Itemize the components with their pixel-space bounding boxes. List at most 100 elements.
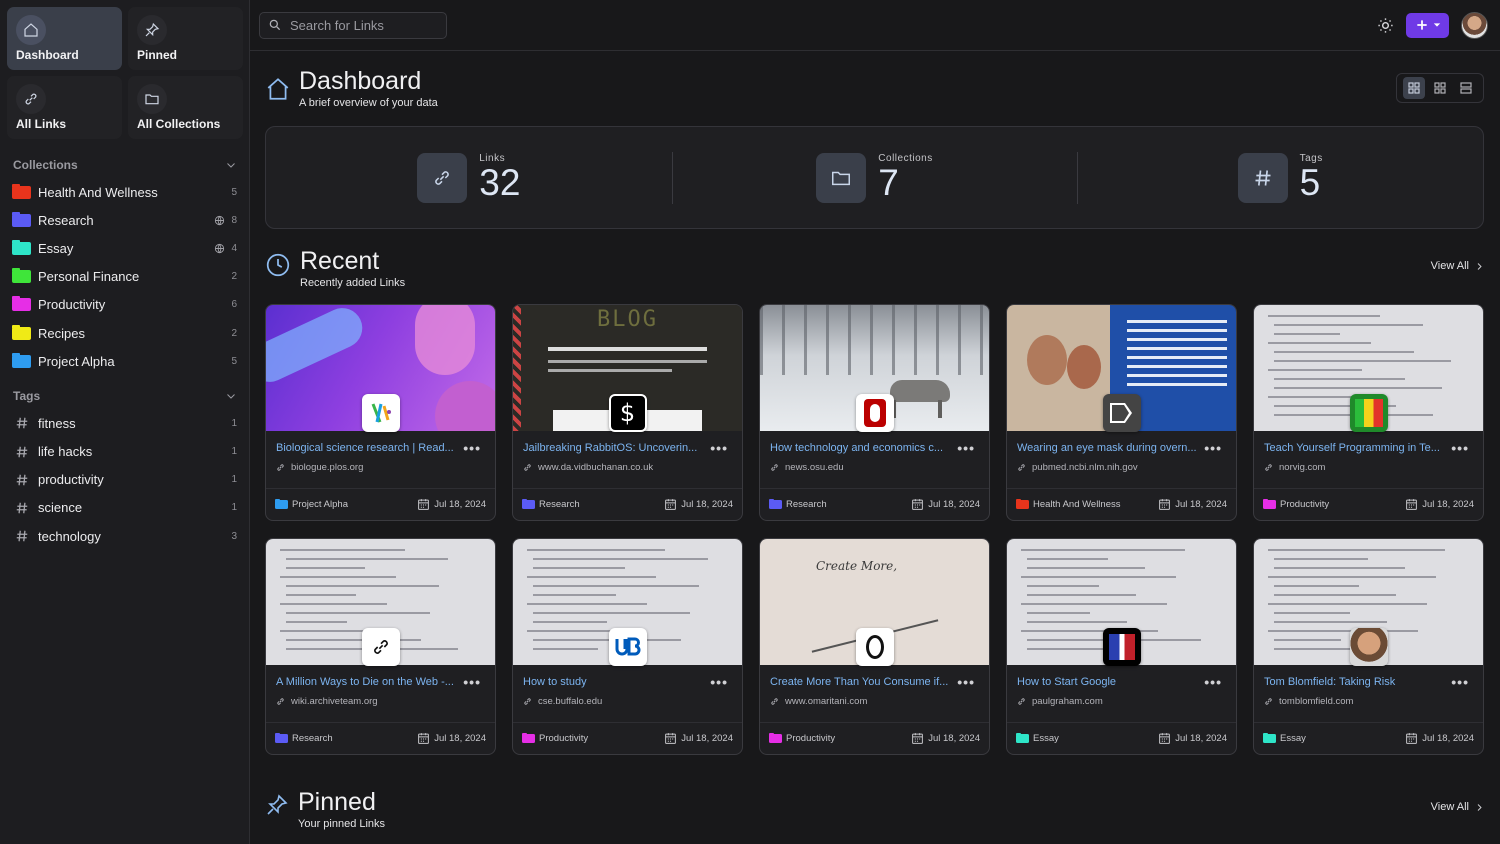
sidebar-collection-item[interactable]: Essay 4	[7, 234, 243, 262]
link-card[interactable]: Teach Yourself Programming in Te... ••• no…	[1253, 304, 1484, 521]
collections-heading-label: Collections	[13, 158, 78, 172]
avatar[interactable]	[1461, 11, 1488, 39]
link-collection[interactable]: Health And Wellness	[1033, 499, 1121, 510]
link-title[interactable]: Biological science research | Read...	[276, 442, 461, 454]
recent-subtitle: Recently added Links	[300, 277, 406, 289]
stat-value: 7	[878, 162, 899, 203]
recent-view-all-link[interactable]: View All	[1431, 260, 1484, 272]
search-box[interactable]	[259, 11, 447, 39]
link-card[interactable]: How to Start Google ••• paulgraham.com Essa…	[1006, 538, 1237, 755]
collections-heading[interactable]: Collections	[13, 158, 237, 172]
sidebar-collection-item[interactable]: Productivity 6	[7, 291, 243, 319]
link-title[interactable]: Teach Yourself Programming in Te...	[1264, 442, 1449, 454]
blog-banner-text: BLOG	[597, 307, 658, 332]
sidebar-tag-item[interactable]: technology 3	[7, 522, 243, 550]
link-collection[interactable]: Productivity	[1280, 499, 1329, 510]
link-card[interactable]: Create More, Create More Than You Consume…	[759, 538, 990, 755]
add-button[interactable]	[1406, 12, 1449, 38]
link-collection[interactable]: Productivity	[786, 733, 835, 744]
sidebar-collection-item[interactable]: Health And Wellness 5	[7, 178, 243, 206]
link-title[interactable]: Create More Than You Consume if...	[770, 676, 955, 688]
grid-icon	[1434, 82, 1446, 94]
view-cards-button[interactable]	[1403, 77, 1425, 99]
more-options-icon[interactable]: •••	[1204, 674, 1222, 690]
link-title[interactable]: Wearing an eye mask during overn...	[1017, 442, 1202, 454]
link-collection[interactable]: Research	[539, 499, 580, 510]
link-card[interactable]: BLOG $ Jailbreaking RabbitOS: Uncoverin...…	[512, 304, 743, 521]
link-collection[interactable]: Essay	[1033, 733, 1059, 744]
more-options-icon[interactable]: •••	[463, 440, 481, 456]
link-card[interactable]: Biological science research | Read... •••…	[265, 304, 496, 521]
plus-icon	[1416, 20, 1427, 30]
sidebar-tag-item[interactable]: productivity 1	[7, 466, 243, 494]
link-date: Jul 18, 2024	[417, 732, 486, 745]
folder-icon	[12, 296, 31, 312]
more-options-icon[interactable]: •••	[463, 674, 481, 690]
link-date: Jul 18, 2024	[911, 498, 980, 511]
link-url: pubmed.ncbi.nlm.nih.gov	[1017, 462, 1138, 473]
link-title[interactable]: How to Start Google	[1017, 676, 1202, 688]
page-title: Dashboard	[299, 67, 422, 95]
link-date: Jul 18, 2024	[1405, 732, 1474, 745]
search-icon	[269, 19, 281, 31]
link-collection[interactable]: Productivity	[539, 733, 588, 744]
link-title[interactable]: Jailbreaking RabbitOS: Uncoverin...	[523, 442, 708, 454]
link-collection[interactable]: Project Alpha	[292, 499, 348, 510]
search-input[interactable]	[290, 17, 440, 33]
sidebar-collection-item[interactable]: Recipes 2	[7, 319, 243, 347]
sidebar-tag-item[interactable]: life hacks 1	[7, 438, 243, 466]
link-card[interactable]: How to study ••• cse.buffalo.edu Productivi…	[512, 538, 743, 755]
more-options-icon[interactable]: •••	[1451, 674, 1469, 690]
link-card[interactable]: How technology and economics c... ••• news…	[759, 304, 990, 521]
view-list-button[interactable]	[1455, 77, 1477, 99]
sidebar-collection-item[interactable]: Personal Finance 2	[7, 263, 243, 291]
link-date: Jul 18, 2024	[1158, 732, 1227, 745]
link-title[interactable]: A Million Ways to Die on the Web -...	[276, 676, 461, 688]
more-options-icon[interactable]: •••	[710, 440, 728, 456]
link-title[interactable]: Tom Blomfield: Taking Risk	[1264, 676, 1449, 688]
link-collection[interactable]: Research	[786, 499, 827, 510]
folder-icon	[1016, 732, 1029, 743]
link-card[interactable]: Wearing an eye mask during overn... ••• pu…	[1006, 304, 1237, 521]
link-date: Jul 18, 2024	[1405, 498, 1474, 511]
pinned-subtitle: Your pinned Links	[298, 818, 386, 830]
nav-all-collections[interactable]: All Collections	[128, 76, 243, 139]
sun-icon[interactable]	[1377, 17, 1394, 34]
link-card[interactable]: Tom Blomfield: Taking Risk ••• tomblomfiel…	[1253, 538, 1484, 755]
link-card-footer: Productivity Jul 18, 2024	[513, 722, 742, 754]
nav-pinned[interactable]: Pinned	[128, 7, 243, 70]
link-url-text: news.osu.edu	[785, 462, 844, 473]
more-options-icon[interactable]: •••	[1451, 440, 1469, 456]
more-options-icon[interactable]: •••	[710, 674, 728, 690]
link-title[interactable]: How to study	[523, 676, 708, 688]
sidebar-tag-item[interactable]: science 1	[7, 494, 243, 522]
nav-all-links[interactable]: All Links	[7, 76, 122, 139]
link-date-text: Jul 18, 2024	[1175, 733, 1227, 744]
link-collection[interactable]: Essay	[1280, 733, 1306, 744]
view-grid-button[interactable]	[1429, 77, 1451, 99]
link-collection[interactable]: Research	[292, 733, 333, 744]
stat-links: Links 32	[266, 127, 672, 228]
link-card[interactable]: A Million Ways to Die on the Web -... •••…	[265, 538, 496, 755]
calendar-icon	[418, 733, 430, 744]
pinned-view-all-link[interactable]: View All	[1431, 801, 1484, 813]
nav-pinned-label: Pinned	[137, 48, 178, 62]
collection-name: Productivity	[38, 297, 106, 313]
nav-dashboard[interactable]: Dashboard	[7, 7, 122, 70]
sidebar-collection-item[interactable]: Research 8	[7, 206, 243, 234]
more-options-icon[interactable]: •••	[1204, 440, 1222, 456]
more-options-icon[interactable]: •••	[957, 440, 975, 456]
link-date-text: Jul 18, 2024	[1422, 733, 1474, 744]
sidebar-tag-item[interactable]: fitness 1	[7, 409, 243, 437]
tags-heading[interactable]: Tags	[13, 389, 237, 403]
tag-name: science	[38, 500, 83, 516]
more-options-icon[interactable]: •••	[957, 674, 975, 690]
sidebar-collection-item[interactable]: Project Alpha 5	[7, 347, 243, 375]
folder-icon	[816, 152, 867, 203]
folder-icon	[12, 324, 31, 340]
avatar	[1349, 627, 1388, 666]
recent-links-grid: Biological science research | Read... •••…	[265, 304, 1485, 755]
link-title[interactable]: How technology and economics c...	[770, 442, 955, 454]
calendar-icon	[912, 733, 924, 744]
tag-name: fitness	[38, 415, 76, 431]
